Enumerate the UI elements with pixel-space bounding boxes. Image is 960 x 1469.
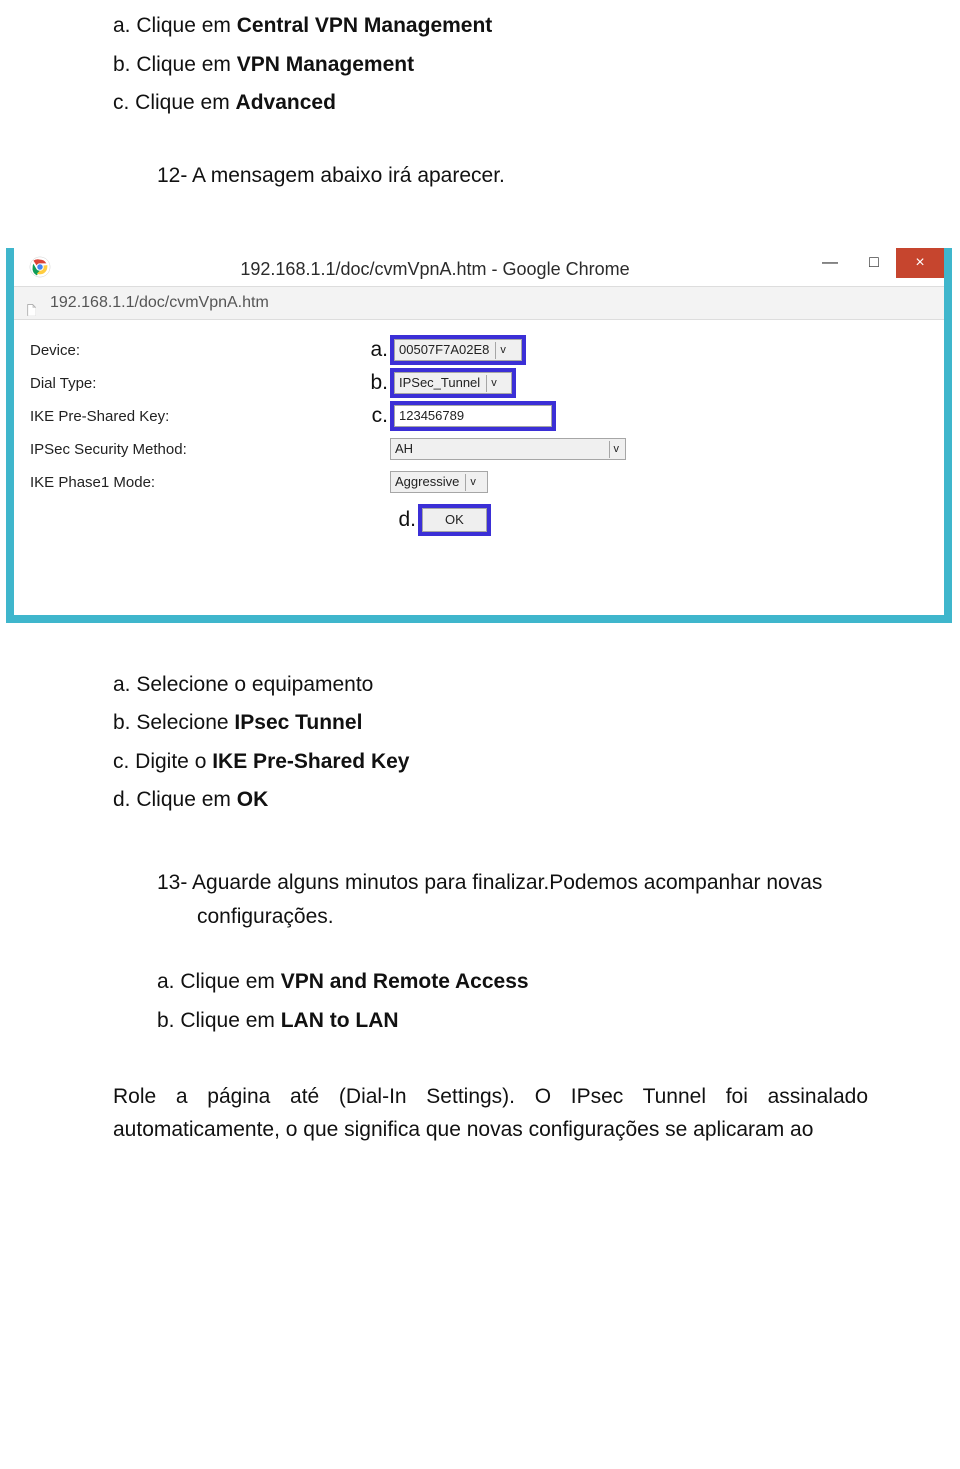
text: b. Selecione	[113, 711, 234, 734]
label-ike-key: IKE Pre-Shared Key:	[30, 405, 360, 428]
step11-item-a: a. Clique em Central VPN Management	[113, 10, 868, 43]
chevron-down-icon: v	[486, 375, 501, 392]
ok-button-highlight: OK	[418, 504, 491, 536]
bold-text: VPN Management	[237, 53, 414, 76]
step11-item-c: c. Clique em Advanced	[113, 87, 868, 120]
bold-text: IKE Pre-Shared Key	[212, 750, 409, 773]
ok-button[interactable]: OK	[422, 508, 487, 532]
ipsec-method-select[interactable]: AH v	[390, 438, 626, 460]
maximize-button[interactable]: □	[852, 248, 896, 278]
step-12-text: 12- A mensagem abaixo irá aparecer.	[157, 160, 868, 193]
chevron-down-icon: v	[495, 342, 510, 359]
ike-mode-value: Aggressive	[395, 472, 459, 492]
ike-mode-select[interactable]: Aggressive v	[390, 471, 488, 493]
text: c. Digite o	[113, 750, 212, 773]
address-bar: 192.168.1.1/doc/cvmVpnA.htm	[14, 286, 944, 320]
minimize-button[interactable]: —	[808, 248, 852, 278]
bold-text: OK	[237, 788, 269, 811]
browser-window: 192.168.1.1/doc/cvmVpnA.htm - Google Chr…	[6, 248, 952, 623]
chrome-logo-icon	[29, 256, 51, 278]
callout-a: a.	[360, 334, 388, 367]
chevron-down-icon: v	[465, 474, 480, 491]
label-ike-mode: IKE Phase1 Mode:	[30, 471, 360, 494]
after-item-c: c. Digite o IKE Pre-Shared Key	[113, 746, 868, 779]
device-select-highlight: 00507F7A02E8 v	[390, 335, 526, 365]
text: d. Clique em	[113, 788, 237, 811]
step11-item-b: b. Clique em VPN Management	[113, 49, 868, 82]
device-select[interactable]: 00507F7A02E8 v	[394, 339, 522, 361]
text: a. Clique em	[113, 14, 237, 37]
window-title: 192.168.1.1/doc/cvmVpnA.htm - Google Chr…	[62, 248, 808, 286]
bold-text: Advanced	[236, 91, 336, 114]
page-icon	[24, 295, 40, 311]
bold-text: Central VPN Management	[237, 14, 493, 37]
callout-d: d.	[388, 504, 416, 537]
ipsec-method-value: AH	[395, 439, 413, 459]
chrome-icon	[26, 253, 54, 281]
dialin-paragraph: Role a página até (Dial-In Settings). O …	[113, 1081, 868, 1146]
text: a. Clique em	[157, 970, 281, 993]
chevron-down-icon: v	[609, 441, 624, 458]
url-text[interactable]: 192.168.1.1/doc/cvmVpnA.htm	[50, 291, 269, 316]
form-area: Device: a. 00507F7A02E8 v Dial Type: b. …	[14, 320, 944, 615]
step-13-line2: configurações.	[197, 901, 868, 934]
step-13-line1: 13- Aguarde alguns minutos para finaliza…	[157, 867, 868, 900]
step13-sub-a: a. Clique em VPN and Remote Access	[157, 966, 868, 999]
after-item-b: b. Selecione IPsec Tunnel	[113, 707, 868, 740]
step-13: 13- Aguarde alguns minutos para finaliza…	[157, 867, 868, 934]
after-item-a: a. Selecione o equipamento	[113, 669, 868, 702]
callout-c: c.	[360, 400, 388, 433]
bold-text: LAN to LAN	[281, 1009, 399, 1032]
label-dial-type: Dial Type:	[30, 372, 360, 395]
dial-type-select-highlight: IPSec_Tunnel v	[390, 368, 516, 398]
bold-text: VPN and Remote Access	[281, 970, 529, 993]
text: b. Clique em	[157, 1009, 281, 1032]
step13-sub-b: b. Clique em LAN to LAN	[157, 1005, 868, 1038]
dial-type-select[interactable]: IPSec_Tunnel v	[394, 372, 512, 394]
ike-key-highlight: 123456789	[390, 401, 556, 431]
callout-b: b.	[360, 367, 388, 400]
bold-text: IPsec Tunnel	[234, 711, 362, 734]
ike-key-input[interactable]: 123456789	[394, 405, 552, 427]
after-item-d: d. Clique em OK	[113, 784, 868, 817]
label-ipsec-method: IPSec Security Method:	[30, 438, 360, 461]
label-device: Device:	[30, 339, 360, 362]
dial-type-value: IPSec_Tunnel	[399, 373, 480, 393]
window-titlebar: 192.168.1.1/doc/cvmVpnA.htm - Google Chr…	[14, 248, 944, 286]
close-button[interactable]: ×	[896, 248, 944, 278]
text: c. Clique em	[113, 91, 236, 114]
device-value: 00507F7A02E8	[399, 340, 489, 360]
text: b. Clique em	[113, 53, 237, 76]
